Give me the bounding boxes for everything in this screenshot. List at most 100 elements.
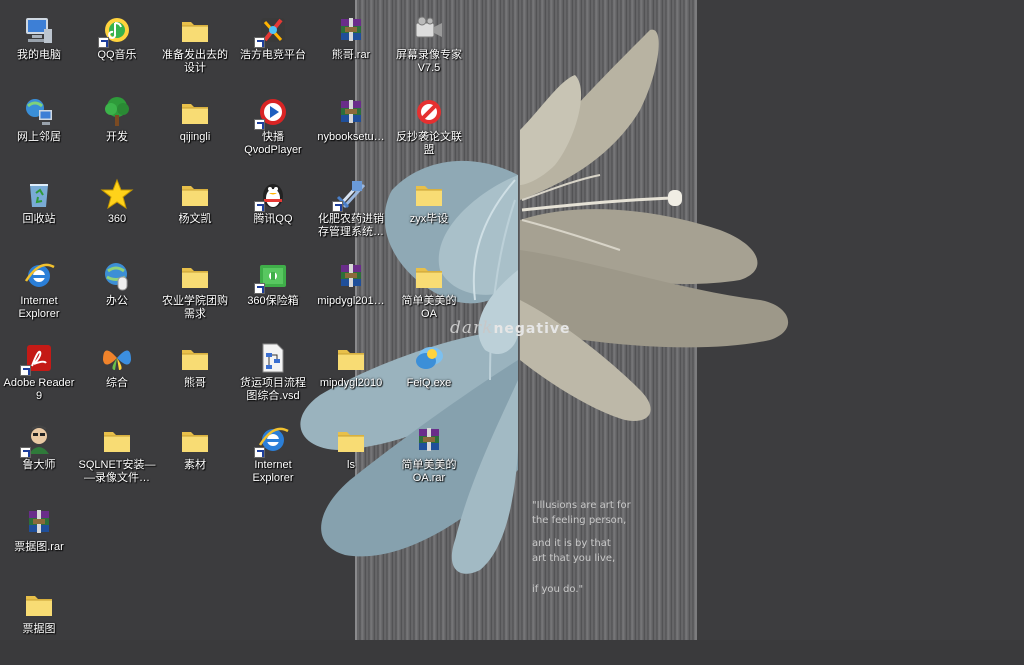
icon-label: 农业学院团购 需求 (162, 295, 228, 320)
shortcut-arrow-icon (332, 201, 343, 212)
desktop-shortcut[interactable]: 简单美美的 OA (390, 259, 468, 337)
desktop-shortcut[interactable]: 鲁大师 (0, 423, 78, 501)
desktop-shortcut[interactable]: 屏幕录像专家 V7.5 (390, 13, 468, 91)
rar-icon (22, 505, 56, 539)
desktop-shortcut[interactable]: Internet Explorer (0, 259, 78, 337)
desktop-shortcut[interactable]: 熊哥 (156, 341, 234, 419)
desktop-shortcut[interactable]: 快播 QvodPlayer (234, 95, 312, 173)
desktop-shortcut[interactable]: Internet Explorer (234, 423, 312, 501)
icon-label: zyx毕设 (409, 213, 449, 225)
rar-icon (412, 423, 446, 457)
rar-icon (334, 95, 368, 129)
icon-label: Internet Explorer (252, 459, 294, 484)
desktop-shortcut[interactable]: Adobe Reader 9 (0, 341, 78, 419)
desktop-shortcut[interactable]: nybooksetu… (312, 95, 390, 173)
desktop-shortcut[interactable]: qijingli (156, 95, 234, 173)
icon-label: qijingli (179, 131, 211, 143)
icon-label: 360 (107, 213, 127, 225)
desktop-shortcut[interactable]: 杨文凯 (156, 177, 234, 255)
folder-icon (178, 95, 212, 129)
icon-label: FeiQ.exe (406, 377, 452, 389)
folder-icon (178, 177, 212, 211)
desktop-shortcut[interactable]: mipdygl201… (312, 259, 390, 337)
icon-label: 化肥农药进销 存管理系统… (318, 213, 384, 238)
desktop-shortcut[interactable]: 化肥农药进销 存管理系统… (312, 177, 390, 255)
desktop-shortcut[interactable]: 回收站 (0, 177, 78, 255)
desktop-shortcut[interactable]: 素材 (156, 423, 234, 501)
safe-box-icon (254, 259, 290, 294)
desktop-shortcut[interactable]: zyx毕设 (390, 177, 468, 255)
icon-label: Adobe Reader 9 (3, 377, 75, 402)
visio-doc-icon (256, 341, 290, 375)
folder-icon (22, 587, 56, 621)
icon-label: 360保险箱 (247, 295, 299, 307)
desktop-shortcut[interactable]: 360 (78, 177, 156, 255)
adobe-reader-icon (20, 341, 56, 376)
icon-label: Internet Explorer (18, 295, 60, 320)
folder-icon (412, 177, 446, 211)
shortcut-arrow-icon (20, 365, 31, 376)
qq-penguin-icon (254, 177, 290, 212)
desktop-shortcut[interactable]: FeiQ.exe (390, 341, 468, 419)
folder-icon (334, 423, 368, 457)
folder-icon (178, 423, 212, 457)
shortcut-arrow-icon (254, 283, 265, 294)
desktop-shortcut[interactable]: 票据图.rar (0, 505, 78, 583)
icon-label: mipdygl201… (317, 295, 385, 307)
desktop-shortcut[interactable]: 货运项目流程 图综合.vsd (234, 341, 312, 419)
desktop-shortcut[interactable]: 准备发出去的 设计 (156, 13, 234, 91)
shortcut-arrow-icon (98, 37, 109, 48)
icon-label: 回收站 (22, 213, 56, 225)
feiq-icon (412, 341, 446, 375)
icon-label: 网上邻居 (17, 131, 61, 143)
icon-label: 素材 (184, 459, 206, 471)
shortcut-arrow-icon (254, 447, 265, 458)
setup-icon (332, 177, 368, 212)
network-icon (22, 95, 56, 129)
desktop-shortcut[interactable]: 办公 (78, 259, 156, 337)
desktop-shortcut[interactable]: 综合 (78, 341, 156, 419)
folder-icon (178, 341, 212, 375)
recycle-bin-icon (22, 177, 56, 211)
desktop-shortcut[interactable]: ls (312, 423, 390, 501)
desktop-shortcut[interactable]: SQLNET安装— —录像文件… (78, 423, 156, 501)
folder-icon (334, 341, 368, 375)
desktop-shortcut[interactable]: 腾讯QQ (234, 177, 312, 255)
icon-label: 开发 (106, 131, 128, 143)
star-icon (100, 177, 134, 211)
desktop-shortcut[interactable]: 简单美美的 OA.rar (390, 423, 468, 501)
icon-label: 简单美美的 OA.rar (401, 459, 457, 484)
icon-label: 综合 (106, 377, 128, 389)
desktop-shortcut[interactable]: 熊哥.rar (312, 13, 390, 91)
desktop-shortcut[interactable]: 农业学院团购 需求 (156, 259, 234, 337)
no-sign-icon (412, 95, 446, 129)
shortcut-arrow-icon (254, 119, 265, 130)
desktop-shortcut[interactable]: mipdygl2010 (312, 341, 390, 419)
desktop-shortcut[interactable]: 浩方电竞平台 (234, 13, 312, 91)
icon-label: 准备发出去的 设计 (162, 49, 228, 74)
desktop-shortcut[interactable]: 360保险箱 (234, 259, 312, 337)
desktop-shortcut[interactable]: 票据图 (0, 587, 78, 665)
ie-icon (22, 259, 56, 293)
qvod-icon (254, 95, 290, 130)
desktop-shortcut[interactable]: 我的电脑 (0, 13, 78, 91)
folder-icon (178, 13, 212, 47)
desktop-shortcut[interactable]: 开发 (78, 95, 156, 173)
butterfly-icon (100, 341, 134, 375)
desktop-shortcut[interactable]: 网上邻居 (0, 95, 78, 173)
folder-icon (412, 259, 446, 293)
icon-label: 票据图.rar (14, 541, 64, 553)
rar-icon (334, 259, 368, 293)
icon-label: 快播 QvodPlayer (244, 131, 302, 156)
computer-icon (22, 13, 56, 47)
desktop-shortcut[interactable]: 反抄袭论文联 盟 (390, 95, 468, 173)
icon-label: 货运项目流程 图综合.vsd (240, 377, 306, 402)
icon-label: SQLNET安装— —录像文件… (78, 459, 156, 484)
desktop-shortcut[interactable]: QQ音乐 (78, 13, 156, 91)
icon-label: 浩方电竞平台 (240, 49, 306, 61)
icon-label: 反抄袭论文联 盟 (396, 131, 462, 156)
shortcut-arrow-icon (20, 447, 31, 458)
icon-label: 熊哥 (184, 377, 206, 389)
folder-icon (100, 423, 134, 457)
ie-icon (254, 423, 290, 458)
